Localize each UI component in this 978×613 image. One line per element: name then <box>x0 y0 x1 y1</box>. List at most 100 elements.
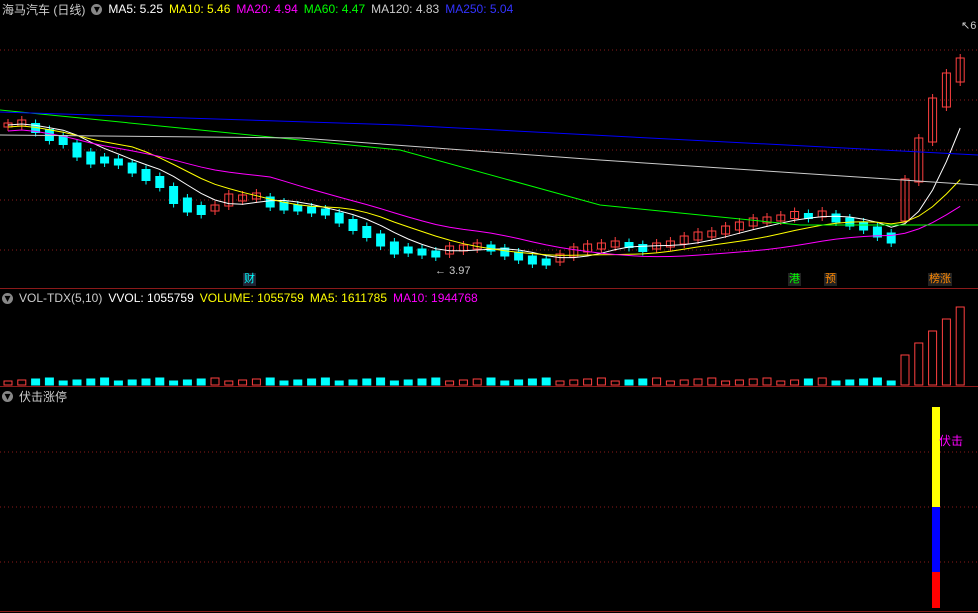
event-tag-bangzhang[interactable]: 榜涨 <box>928 273 952 286</box>
volume-bar <box>845 379 855 386</box>
volume-bar <box>748 378 758 386</box>
volume-bar <box>569 379 579 386</box>
candle-body <box>348 219 358 231</box>
volume-bar <box>928 330 938 386</box>
volume-bar <box>348 379 358 386</box>
volume-panel[interactable]: ▾ VOL-TDX(5,10) VVOL: 1055759 VOLUME: 10… <box>0 289 978 386</box>
candle-body <box>100 156 110 164</box>
volume-bar <box>500 380 510 386</box>
volume-bar <box>900 354 910 386</box>
volume-bar <box>665 380 675 386</box>
volume-bar <box>638 378 648 386</box>
volume-bar <box>734 379 744 386</box>
ma250-line <box>0 111 978 156</box>
volume-bar <box>955 306 965 386</box>
volume-bar <box>17 379 27 386</box>
candle-body <box>320 208 330 216</box>
volume-bar <box>3 380 13 386</box>
candle-body <box>514 251 524 261</box>
volume-bar <box>224 380 234 386</box>
candle-body <box>886 232 896 244</box>
volume-bar <box>113 380 123 386</box>
ma10-line <box>7 125 961 256</box>
low-price-value: 3.97 <box>449 265 471 277</box>
candle-body <box>86 151 96 165</box>
signal-bar-red <box>932 572 940 608</box>
volume-bar <box>389 380 399 386</box>
volume-bar <box>238 379 248 386</box>
volume-bar <box>58 380 68 386</box>
ma60-line <box>0 109 978 226</box>
volume-bar <box>431 377 441 386</box>
volume-bar <box>486 377 496 386</box>
volume-bar <box>169 380 179 386</box>
volume-bar <box>334 380 344 386</box>
volume-bar <box>72 379 82 386</box>
candle-body <box>196 205 206 215</box>
candle-body <box>169 186 179 204</box>
volume-bar <box>624 379 634 386</box>
volume-bar <box>596 377 606 386</box>
volume-bar <box>251 378 261 386</box>
candle-body <box>141 169 151 181</box>
volume-bar <box>859 378 869 386</box>
ma20-line <box>7 129 961 258</box>
candle-body <box>334 212 344 224</box>
price-panel[interactable]: 海马汽车 (日线) ▾ MA5: 5.25 MA10: 5.46 MA20: 4… <box>0 0 978 288</box>
volume-bar <box>652 377 662 386</box>
volume-bar <box>817 377 827 386</box>
volume-bar <box>196 378 206 386</box>
volume-bar <box>831 380 841 386</box>
candle-body <box>376 233 386 247</box>
candle-body <box>417 248 427 256</box>
signal-bar-blue <box>932 507 940 572</box>
volume-bar <box>210 377 220 386</box>
volume-bar <box>279 380 289 386</box>
volume-bar <box>417 378 427 386</box>
volume-bar <box>458 379 468 386</box>
candle-body <box>113 158 123 166</box>
candle-body <box>403 246 413 254</box>
event-tag-gang[interactable]: 港 <box>788 273 801 286</box>
volume-bar <box>44 377 54 386</box>
high-price-marker: ↖6 <box>961 20 977 32</box>
price-chart[interactable] <box>0 0 978 288</box>
volume-bar <box>514 379 524 386</box>
volume-bar <box>307 378 317 386</box>
volume-bar <box>320 377 330 386</box>
volume-bar <box>790 379 800 386</box>
volume-bar <box>679 379 689 386</box>
ma5-line <box>7 123 961 259</box>
volume-bar <box>872 377 882 386</box>
candle-body <box>155 176 165 188</box>
candle-body <box>307 206 317 214</box>
volume-bar <box>100 377 110 386</box>
volume-chart[interactable] <box>0 289 978 386</box>
candle-body <box>638 244 648 252</box>
candle-body <box>362 226 372 238</box>
candle-body <box>72 142 82 158</box>
signal-label: 伏击 <box>939 434 964 448</box>
volume-bar <box>445 380 455 386</box>
low-price-marker: ← 3.97 <box>435 265 471 277</box>
candle-body <box>127 162 137 174</box>
volume-bar <box>721 380 731 386</box>
signal-bar-yellow <box>932 407 940 507</box>
volume-bar <box>86 378 96 386</box>
volume-bar <box>803 378 813 386</box>
volume-bar <box>293 379 303 386</box>
volume-bar <box>376 377 386 386</box>
candle-body <box>859 221 869 231</box>
indicator-chart[interactable] <box>0 387 978 613</box>
volume-bar <box>403 379 413 386</box>
volume-bar <box>555 380 565 386</box>
volume-bar <box>776 380 786 386</box>
event-tag-cai[interactable]: 财 <box>243 273 256 286</box>
volume-bar <box>693 378 703 386</box>
volume-bar <box>583 378 593 386</box>
volume-bar <box>527 378 537 386</box>
volume-bar <box>914 342 924 386</box>
indicator-panel[interactable]: ▾ 伏击涨停 伏击 <box>0 387 978 613</box>
event-tag-yu[interactable]: 预 <box>824 273 837 286</box>
high-price-value: 6 <box>970 20 977 32</box>
